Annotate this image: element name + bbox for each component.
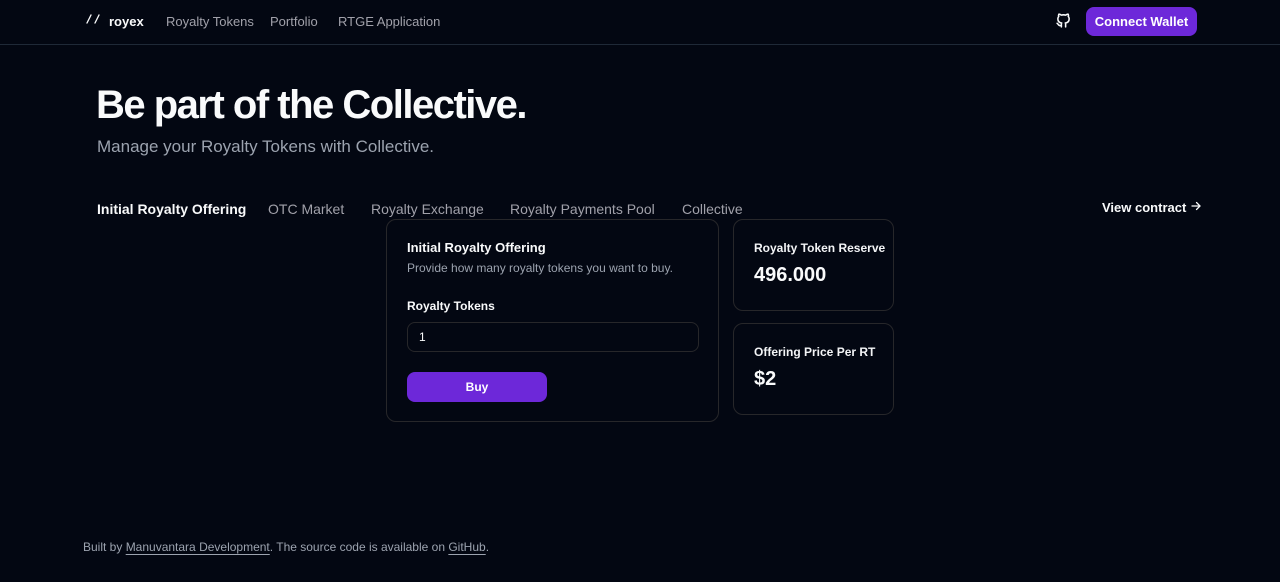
card-description: Provide how many royalty tokens you want… — [407, 261, 673, 275]
tab-collective[interactable]: Collective — [682, 201, 743, 217]
slash-icon — [85, 11, 101, 32]
top-navbar: royex Royalty Tokens Portfolio RTGE Appl… — [0, 0, 1280, 45]
nav-link-rtge-application[interactable]: RTGE Application — [338, 14, 440, 29]
stat-label: Royalty Token Reserve — [754, 241, 886, 255]
view-contract-label: View contract — [1102, 200, 1187, 215]
stat-value: $2 — [754, 368, 777, 390]
footer-middle: . The source code is available on — [269, 540, 449, 554]
logo-text: royex — [109, 13, 144, 29]
royalty-tokens-input[interactable] — [407, 322, 699, 352]
footer-text: Built by Manuvantara Development. The so… — [83, 540, 489, 554]
page-subtitle: Manage your Royalty Tokens with Collecti… — [97, 137, 435, 156]
github-link[interactable]: GitHub — [448, 540, 485, 554]
offering-price-card: Offering Price Per RT $2 — [733, 323, 894, 415]
card-title: Initial Royalty Offering — [407, 240, 546, 255]
nav-link-portfolio[interactable]: Portfolio — [270, 14, 318, 29]
stat-value: 496.000 — [754, 264, 827, 286]
logo-link[interactable]: royex — [85, 12, 144, 30]
page-title: Be part of the Collective. — [96, 83, 527, 127]
author-link[interactable]: Manuvantara Development — [126, 540, 270, 554]
footer-prefix: Built by — [83, 540, 126, 554]
initial-royalty-offering-card: Initial Royalty Offering Provide how man… — [386, 219, 719, 422]
token-reserve-card: Royalty Token Reserve 496.000 — [733, 219, 894, 311]
connect-wallet-button[interactable]: Connect Wallet — [1086, 7, 1197, 36]
tab-otc-market[interactable]: OTC Market — [268, 201, 344, 217]
nav-link-royalty-tokens[interactable]: Royalty Tokens — [166, 14, 254, 29]
stat-label: Offering Price Per RT — [754, 345, 876, 359]
github-icon[interactable] — [1055, 12, 1072, 29]
arrow-right-icon — [1190, 200, 1202, 215]
tab-initial-royalty-offering[interactable]: Initial Royalty Offering — [97, 201, 246, 217]
tab-royalty-exchange[interactable]: Royalty Exchange — [371, 201, 484, 217]
tab-royalty-payments-pool[interactable]: Royalty Payments Pool — [510, 201, 655, 217]
buy-button[interactable]: Buy — [407, 372, 547, 402]
view-contract-link[interactable]: View contract — [1102, 200, 1202, 215]
footer-suffix: . — [485, 540, 490, 554]
royalty-tokens-label: Royalty Tokens — [407, 299, 495, 313]
